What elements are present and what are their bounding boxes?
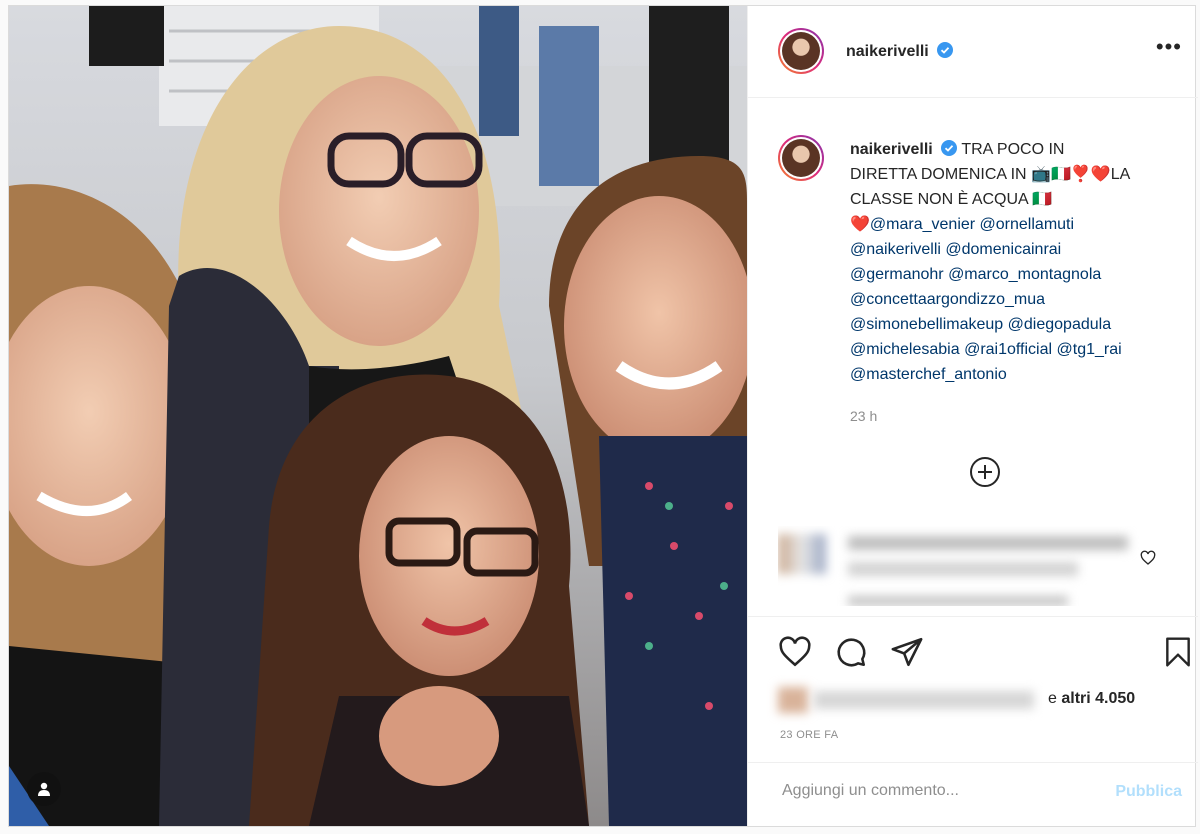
blurred-liker-avatar [778, 687, 808, 713]
caption: naikerivelli TRA POCO IN DIRETTA DOMENIC… [850, 137, 1180, 387]
avatar[interactable] [778, 28, 824, 74]
likes-row[interactable]: e altri 4.050 [778, 685, 1198, 715]
more-options-button[interactable]: ••• [1156, 36, 1182, 58]
comment-input[interactable] [780, 781, 1064, 801]
comment-like-icon[interactable] [1140, 550, 1156, 566]
bookmark-icon[interactable] [1162, 635, 1194, 669]
like-icon[interactable] [778, 635, 812, 669]
caption-text: TRA POCO IN [961, 141, 1065, 158]
post-sidebar: naikerivelli ••• naikerivelli TRA POCO I… [747, 6, 1198, 826]
caption-line-1: naikerivelli TRA POCO IN [850, 137, 1180, 162]
post-timestamp: 23 ORE FA [780, 729, 839, 741]
blurred-text [848, 536, 1128, 550]
share-icon[interactable] [890, 635, 924, 669]
header-username[interactable]: naikerivelli [846, 43, 929, 60]
header-user: naikerivelli [846, 42, 954, 61]
instagram-post: naikerivelli ••• naikerivelli TRA POCO I… [8, 5, 1198, 827]
blurred-meta [848, 596, 1068, 606]
post-actions: e altri 4.050 23 ORE FA Pubblica [748, 616, 1198, 823]
mention-line[interactable]: @simonebellimakeup @diegopadula [850, 312, 1180, 337]
blurred-comment [778, 526, 1168, 606]
user-icon [38, 782, 50, 796]
caption-username[interactable]: naikerivelli [850, 141, 933, 158]
likes-number[interactable]: altri 4.050 [1061, 690, 1135, 707]
likes-prefix: e [1048, 690, 1057, 707]
blurred-text [848, 562, 1078, 576]
tagged-users-button[interactable] [27, 772, 61, 806]
add-comment-bar: Pubblica [748, 762, 1198, 823]
mention-line[interactable]: @naikerivelli @domenicainrai [850, 237, 1180, 262]
mention-line[interactable]: ❤️@mara_venier @ornellamuti [850, 212, 1180, 237]
blurred-avatar [778, 534, 826, 574]
selfie-photo-illustration [9, 6, 747, 826]
post-photo[interactable] [9, 6, 747, 826]
mention-line[interactable]: @concettaargondizzo_mua [850, 287, 1180, 312]
publish-button[interactable]: Pubblica [1115, 783, 1182, 801]
comment-icon[interactable] [834, 635, 868, 669]
mention-line[interactable]: @michelesabia @rai1official @tg1_rai [850, 337, 1180, 362]
mention-line[interactable]: @germanohr @marco_montagnola [850, 262, 1180, 287]
verified-badge-icon [937, 42, 954, 58]
likes-count: e altri 4.050 [1048, 690, 1135, 708]
caption-time: 23 h [850, 408, 878, 424]
load-more-comments-icon[interactable] [970, 457, 1000, 487]
post-header: naikerivelli ••• [748, 6, 1198, 98]
caption-text: DIRETTA DOMENICA IN 📺🇮🇹❣️❤️LA [850, 166, 1131, 183]
caption-text: CLASSE NON È ACQUA 🇮🇹 [850, 191, 1053, 208]
caption-avatar[interactable] [778, 135, 824, 181]
mention-line[interactable]: @masterchef_antonio [850, 362, 1180, 387]
blurred-liker-name [814, 691, 1034, 709]
verified-badge-icon [941, 140, 958, 156]
